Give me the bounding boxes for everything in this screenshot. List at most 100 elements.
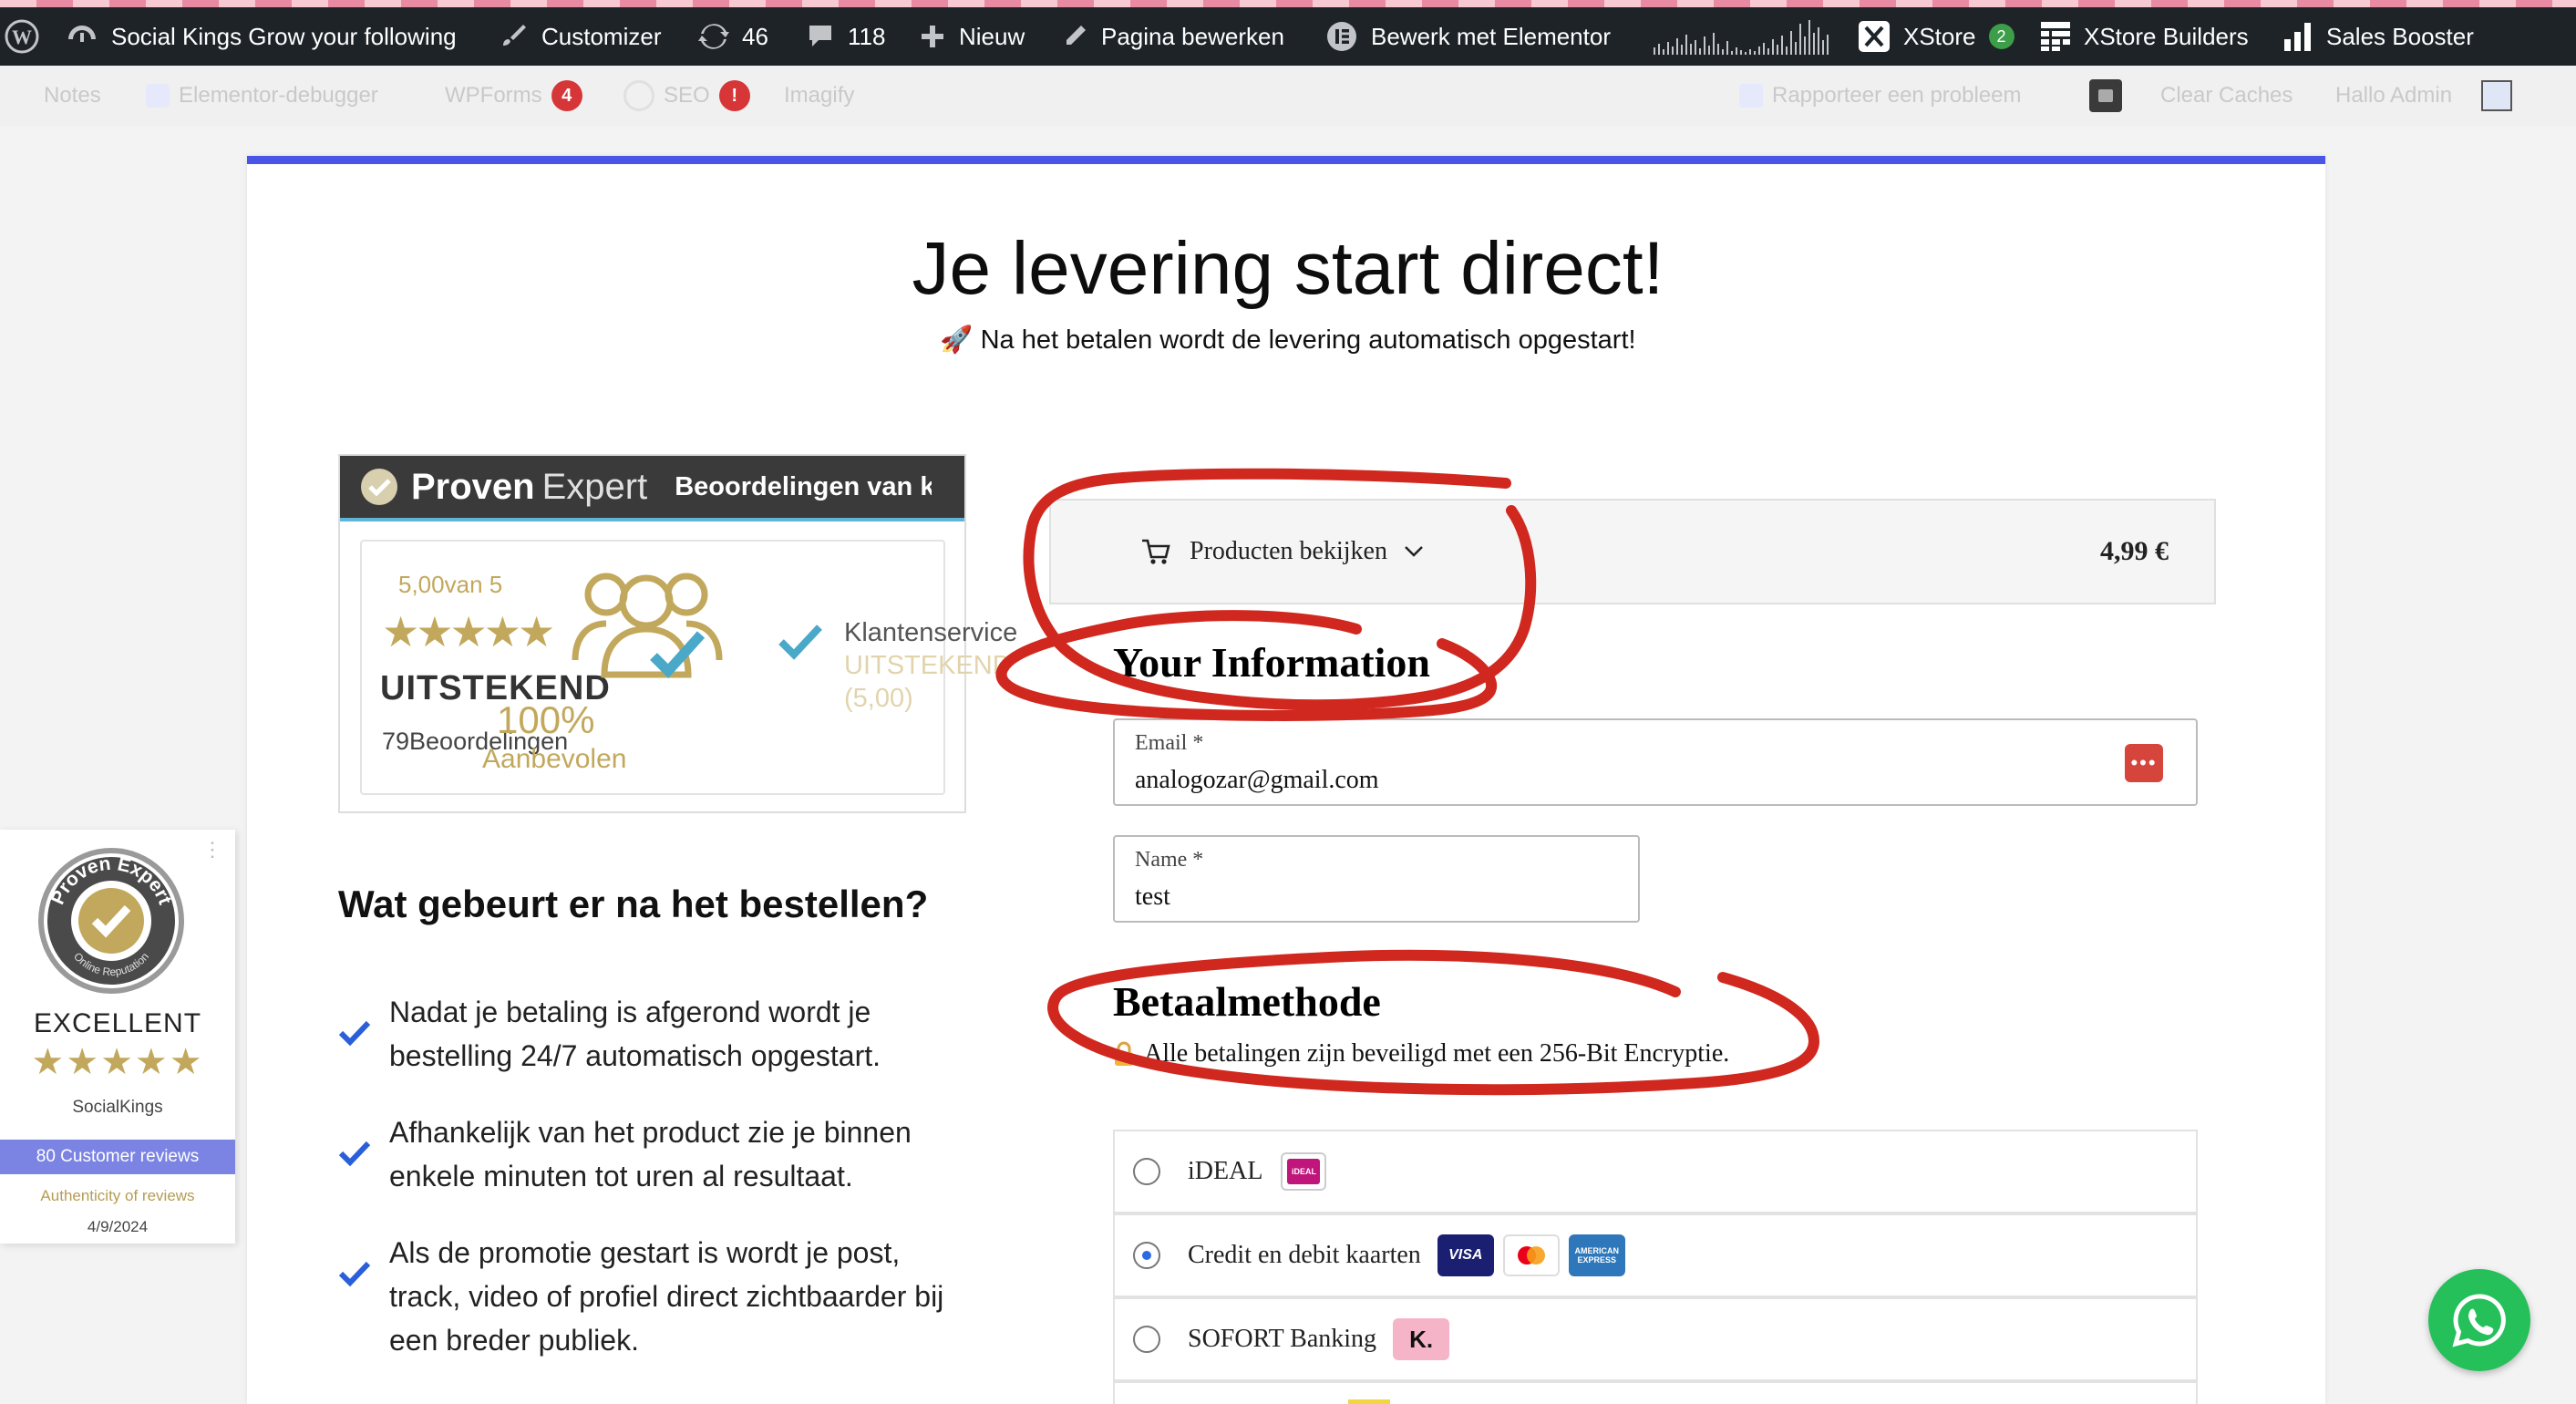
recommend-label: Aanbevolen (482, 744, 627, 774)
updates-link[interactable]: 46 (698, 7, 768, 66)
edit-elementor-label: Bewerk met Elementor (1371, 22, 1611, 50)
payment-method-heading: Betaalmethode (1113, 978, 1381, 1025)
radio-button[interactable] (1133, 1326, 1160, 1353)
products-toggle-label: Producten bekijken (1190, 537, 1387, 565)
email-value: analogozar@gmail.com (1135, 766, 1379, 794)
wordpress-logo-icon[interactable]: W (4, 7, 40, 66)
name-field[interactable]: Name * test (1113, 835, 1640, 923)
mastercard-logo-icon (1502, 1234, 1560, 1276)
payment-label: Credit en debit kaarten (1188, 1241, 1421, 1269)
radio-button-selected[interactable] (1133, 1242, 1160, 1269)
imagify-link[interactable]: Imagify (784, 66, 854, 126)
email-label: Email * (1135, 731, 1204, 755)
checkmark-icon (338, 1020, 371, 1047)
seal-stars: ★★★★★ (31, 1042, 204, 1082)
whatsapp-chat-button[interactable] (2428, 1269, 2530, 1371)
step-item: Nadat je betaling is afgerond wordt je b… (338, 990, 1009, 1078)
ideal-logo-text: iDEAL (1287, 1159, 1321, 1184)
order-price: 4,99 € (2100, 536, 2169, 566)
seal-company: SocialKings (72, 1098, 163, 1117)
avatar[interactable] (2481, 66, 2512, 126)
report-icon (1739, 84, 1763, 108)
step-line: Als de promotie gestart is wordt je post… (389, 1236, 901, 1269)
order-summary-toggle[interactable]: Producten bekijken 4,99 € (1049, 499, 2216, 604)
chat-bubble-icon (2089, 79, 2122, 112)
customizer-link[interactable]: Customizer (500, 7, 661, 66)
comment-icon (809, 26, 831, 46)
seo-icon (623, 80, 654, 111)
ideal-logo-icon: iDEAL (1281, 1152, 1327, 1191)
plus-icon (922, 26, 943, 47)
service-check-icon (778, 625, 822, 660)
account-menu[interactable]: Hallo Admin (2335, 66, 2452, 126)
new-content-menu[interactable]: Nieuw (919, 7, 1025, 66)
updates-count: 46 (742, 22, 768, 50)
service-label: Klantenservice (844, 618, 1018, 647)
seo-link[interactable]: SEO ! (623, 66, 750, 126)
step-line: bestelling 24/7 automatisch opgestart. (389, 1039, 881, 1072)
xstore-icon (1859, 21, 1890, 52)
email-field[interactable]: Email * analogozar@gmail.com ••• (1113, 718, 2198, 806)
payment-option-sofort[interactable]: SOFORT Banking K. (1113, 1297, 2198, 1381)
payment-label: SOFORT Banking (1188, 1325, 1377, 1353)
step-line: Afhankelijk van het product zie je binne… (389, 1116, 912, 1149)
customizer-label: Customizer (541, 22, 662, 50)
checkmark-icon (338, 1261, 371, 1287)
report-problem-link[interactable]: Rapporteer een probleem (1739, 66, 2022, 126)
sales-booster-menu[interactable]: Sales Booster (2282, 7, 2474, 66)
xstore-builders-menu[interactable]: XStore Builders (2040, 7, 2249, 66)
radio-button[interactable] (1133, 1158, 1160, 1185)
avatar-crest-icon (2481, 80, 2512, 111)
customer-reviews-button[interactable]: 80 Customer reviews (0, 1140, 235, 1174)
sales-booster-label: Sales Booster (2326, 22, 2474, 50)
elementor-debugger-link[interactable]: Elementor-debugger (146, 66, 378, 126)
builders-grid-icon (2041, 22, 2070, 51)
more-menu-icon[interactable]: ⋮ (202, 840, 222, 860)
proven-expert-header: Proven Expert Beoordelingen van klanten (340, 456, 964, 521)
payment-option-cards[interactable]: Credit en debit kaarten VISA AMERICAN EX… (1113, 1213, 2198, 1297)
your-information-heading: Your Information (1113, 639, 1431, 686)
authenticity-link[interactable]: Authenticity of reviews (0, 1187, 235, 1205)
rating-text: 5,00van 5 (398, 571, 503, 598)
service-score: (5,00) (844, 684, 913, 713)
payment-label: iDEAL (1188, 1157, 1263, 1185)
payment-option-partial[interactable] (1113, 1381, 2198, 1404)
stats-sparkline[interactable] (1652, 7, 1830, 66)
proven-check-icon (361, 469, 397, 505)
edit-page-link[interactable]: Pagina bewerken (1061, 7, 1284, 66)
clear-caches-link[interactable]: Clear Caches (2160, 66, 2293, 126)
site-name: Social Kings Grow your following (111, 22, 457, 50)
payment-secure-note: Alle betalingen zijn beveiligd met een 2… (1113, 1039, 1729, 1068)
seal-date: 4/9/2024 (87, 1218, 149, 1235)
dashboard-icon (68, 26, 96, 42)
recommend-percent: 100% (497, 698, 595, 741)
xstore-menu[interactable]: XStore 2 (1858, 7, 2014, 66)
amex-logo-icon: AMERICAN EXPRESS (1568, 1234, 1625, 1276)
xstore-label: XStore (1903, 22, 1976, 50)
brand-bold: Proven (411, 466, 535, 507)
step-text: Als de promotie gestart is wordt je post… (389, 1231, 1009, 1362)
xstore-badge: 2 (1988, 24, 2014, 49)
site-name-menu[interactable]: Social Kings Grow your following (66, 7, 457, 66)
step-text: Nadat je betaling is afgerond wordt je b… (389, 990, 1009, 1078)
edit-elementor-link[interactable]: Bewerk met Elementor (1325, 7, 1611, 66)
elementor-icon (1327, 22, 1356, 51)
notes-toggle[interactable] (2089, 66, 2122, 126)
step-line: Nadat je betaling is afgerond wordt je (389, 996, 871, 1028)
page-title: Je levering start direct! (912, 227, 1664, 310)
imagify-label: Imagify (784, 83, 855, 108)
payment-option-ideal[interactable]: iDEAL iDEAL (1113, 1130, 2198, 1213)
refresh-icon (698, 24, 729, 49)
klarna-logo-icon: K. (1393, 1318, 1450, 1360)
proven-expert-widget[interactable]: Proven Expert Beoordelingen van klanten … (338, 454, 1017, 813)
wpforms-link[interactable]: WPForms 4 (445, 66, 582, 126)
wp-admin-bar: W Social Kings Grow your following Custo… (0, 7, 2576, 66)
proven-expert-seal-widget[interactable]: ⋮ Proven Expert Online Reputation EXCELL… (0, 830, 235, 1244)
notes-link[interactable]: Notes (44, 66, 101, 126)
brush-icon (503, 25, 526, 46)
step-item: Als de promotie gestart is wordt je post… (338, 1231, 1009, 1362)
password-manager-icon[interactable]: ••• (2125, 744, 2163, 782)
comments-link[interactable]: 118 (806, 7, 885, 66)
bar-chart-icon (2284, 23, 2311, 51)
notes-label: Notes (44, 83, 101, 108)
